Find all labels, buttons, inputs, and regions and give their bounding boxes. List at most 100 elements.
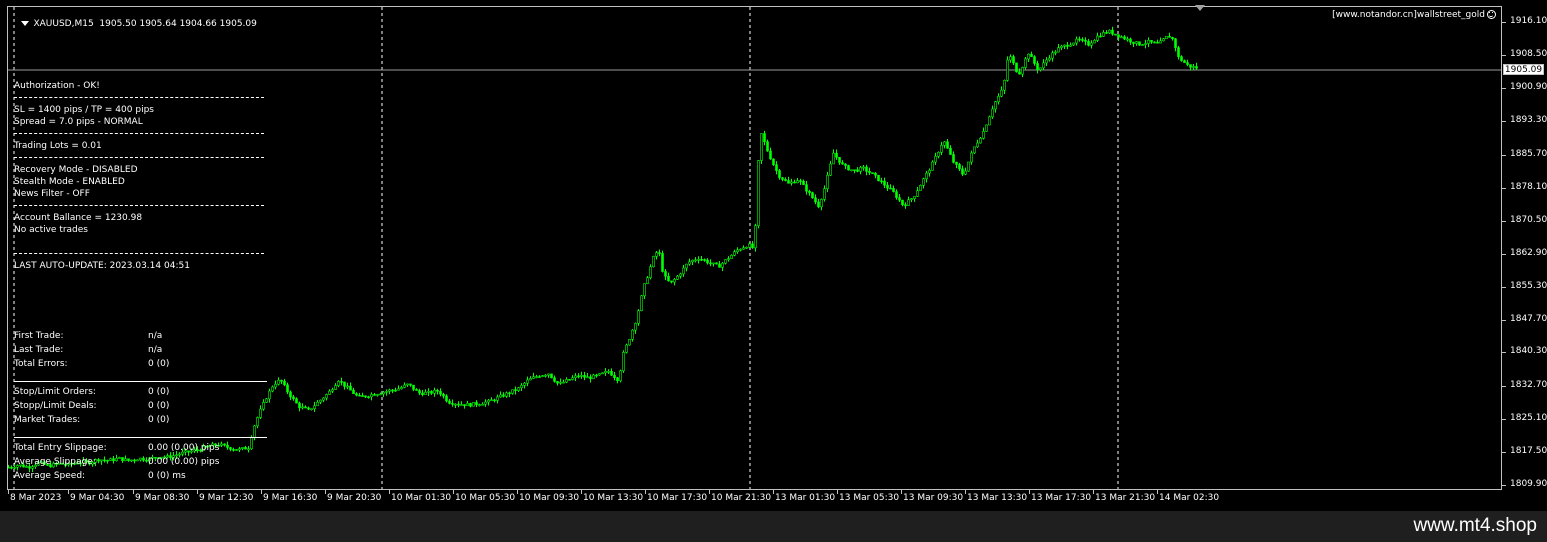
time-tick [581,490,582,494]
time-tick [645,490,646,494]
time-tick [901,490,902,494]
price-axis-label: 1900.90 [1510,82,1547,93]
chart-window[interactable]: XAUUSD,M15 1905.50 1905.64 1904.66 1905.… [2,2,1547,509]
time-axis-label: 13 Mar 21:30 [1095,493,1156,503]
time-axis-label: 10 Mar 21:30 [711,493,772,503]
time-tick [1093,490,1094,494]
chart-header: XAUUSD,M15 1905.50 1905.64 1904.66 1905.… [10,9,257,39]
price-tick [1502,187,1506,189]
panel-divider [14,437,267,438]
time-tick [325,490,326,494]
chart-menu-arrow-icon[interactable] [21,21,30,26]
last-auto-update: LAST AUTO-UPDATE: 2023.03.14 04:51 [14,261,190,271]
price-tick [1502,55,1506,57]
time-axis-label: 8 Mar 2023 [10,493,62,503]
slippage-row: Total Entry Slippage: 0.00 (0.00) pips [14,443,220,453]
price-tick [1502,253,1506,255]
time-axis-label: 9 Mar 04:30 [70,493,125,503]
time-axis-label: 10 Mar 05:30 [455,493,516,503]
watermark-label: [www.notandor.cn]wallstreet_gold [1332,10,1485,20]
price-axis-label: 1825.10 [1510,412,1547,423]
time-tick [133,490,134,494]
time-axis-label: 9 Mar 16:30 [263,493,318,503]
spread-status: Spread = 7.0 pips - NORMAL [14,117,143,127]
price-tick [1502,485,1506,486]
time-axis-label: 10 Mar 09:30 [519,493,580,503]
stat-row: First Trade: n/a [14,331,163,341]
time-tick [197,490,198,494]
price-tick [1502,320,1506,322]
time-tick [709,490,710,494]
time-axis-label: 10 Mar 01:30 [391,493,452,503]
time-tick [517,490,518,494]
price-tick [1502,88,1506,90]
time-axis-label: 9 Mar 20:30 [327,493,382,503]
time-axis-label: 13 Mar 05:30 [839,493,900,503]
time-tick [68,490,69,494]
time-tick [837,490,838,494]
time-axis-label: 13 Mar 13:30 [967,493,1028,503]
footer-brand: www.mt4.shop [1413,515,1537,536]
recovery-mode: Recovery Mode - DISABLED [14,165,138,175]
slippage-row: Average Slippage: 0.00 (0.00) pips [14,457,220,467]
price-tick [1502,287,1506,289]
time-axis-label: 13 Mar 01:30 [775,493,836,503]
order-row: Stopp/Limit Deals: 0 (0) [14,401,170,411]
account-balance: Account Ballance = 1230.98 [14,213,143,223]
price-axis-label: 1840.30 [1510,346,1547,357]
stat-row: Last Trade: n/a [14,345,163,355]
time-tick [965,490,966,494]
time-axis-label: 9 Mar 12:30 [199,493,254,503]
time-tick [1029,490,1030,494]
footer-bar: www.mt4.shop [0,511,1547,542]
panel-divider [14,157,264,158]
price-axis-label: 1862.90 [1510,247,1547,258]
price-axis-label: 1893.30 [1510,115,1547,126]
time-tick [8,490,9,494]
time-axis-label: 10 Mar 17:30 [647,493,708,503]
authorization-status: Authorization - OK! [14,81,100,91]
price-axis-label: 1870.50 [1510,214,1547,225]
price-tick [1502,154,1506,156]
price-tick [1502,352,1506,354]
price-tick [1502,220,1506,222]
price-axis-label: 1885.70 [1510,148,1547,159]
sl-tp-setting: SL = 1400 pips / TP = 400 pips [14,105,154,115]
panel-divider [14,133,264,134]
price-axis-label: 1817.50 [1510,445,1547,456]
time-axis-label: 10 Mar 13:30 [583,493,644,503]
price-tick [1502,121,1506,123]
price-axis-label: 1847.70 [1510,314,1547,325]
news-filter: News Filter - OFF [14,189,90,199]
panel-divider [14,253,264,254]
time-axis-label: 13 Mar 09:30 [903,493,964,503]
symbol-timeframe: XAUUSD,M15 [33,19,94,29]
price-axis-label: 1855.30 [1510,281,1547,292]
time-tick [261,490,262,494]
time-axis-label: 13 Mar 17:30 [1031,493,1092,503]
time-axis-label: 9 Mar 08:30 [135,493,190,503]
stealth-mode: Stealth Mode - ENABLED [14,177,125,187]
price-tick [1502,451,1506,453]
trading-lots: Trading Lots = 0.01 [14,141,102,151]
stat-row: Total Errors: 0 (0) [14,359,170,369]
current-price-label: 1905.09 [1503,64,1544,75]
panel-divider [14,205,264,206]
time-tick [773,490,774,494]
price-axis-label: 1832.70 [1510,379,1547,390]
active-trades: No active trades [14,225,88,235]
plot-area [7,6,1502,490]
price-tick [1502,22,1506,23]
slippage-row: Average Speed: 0 (0) ms [14,471,186,481]
time-axis-label: 14 Mar 02:30 [1159,493,1220,503]
price-axis-label: 1809.90 [1510,479,1547,489]
price-tick [1502,418,1506,420]
price-axis-label: 1916.10 [1510,16,1547,26]
order-row: Stop/Limit Orders: 0 (0) [14,387,170,397]
price-tick [1502,385,1506,387]
time-tick [1157,490,1158,494]
panel-divider [14,381,267,382]
shift-marker-icon[interactable] [1195,5,1205,11]
smiley-icon [1487,10,1496,19]
ohlc-values: 1905.50 1905.64 1904.66 1905.09 [99,19,257,29]
